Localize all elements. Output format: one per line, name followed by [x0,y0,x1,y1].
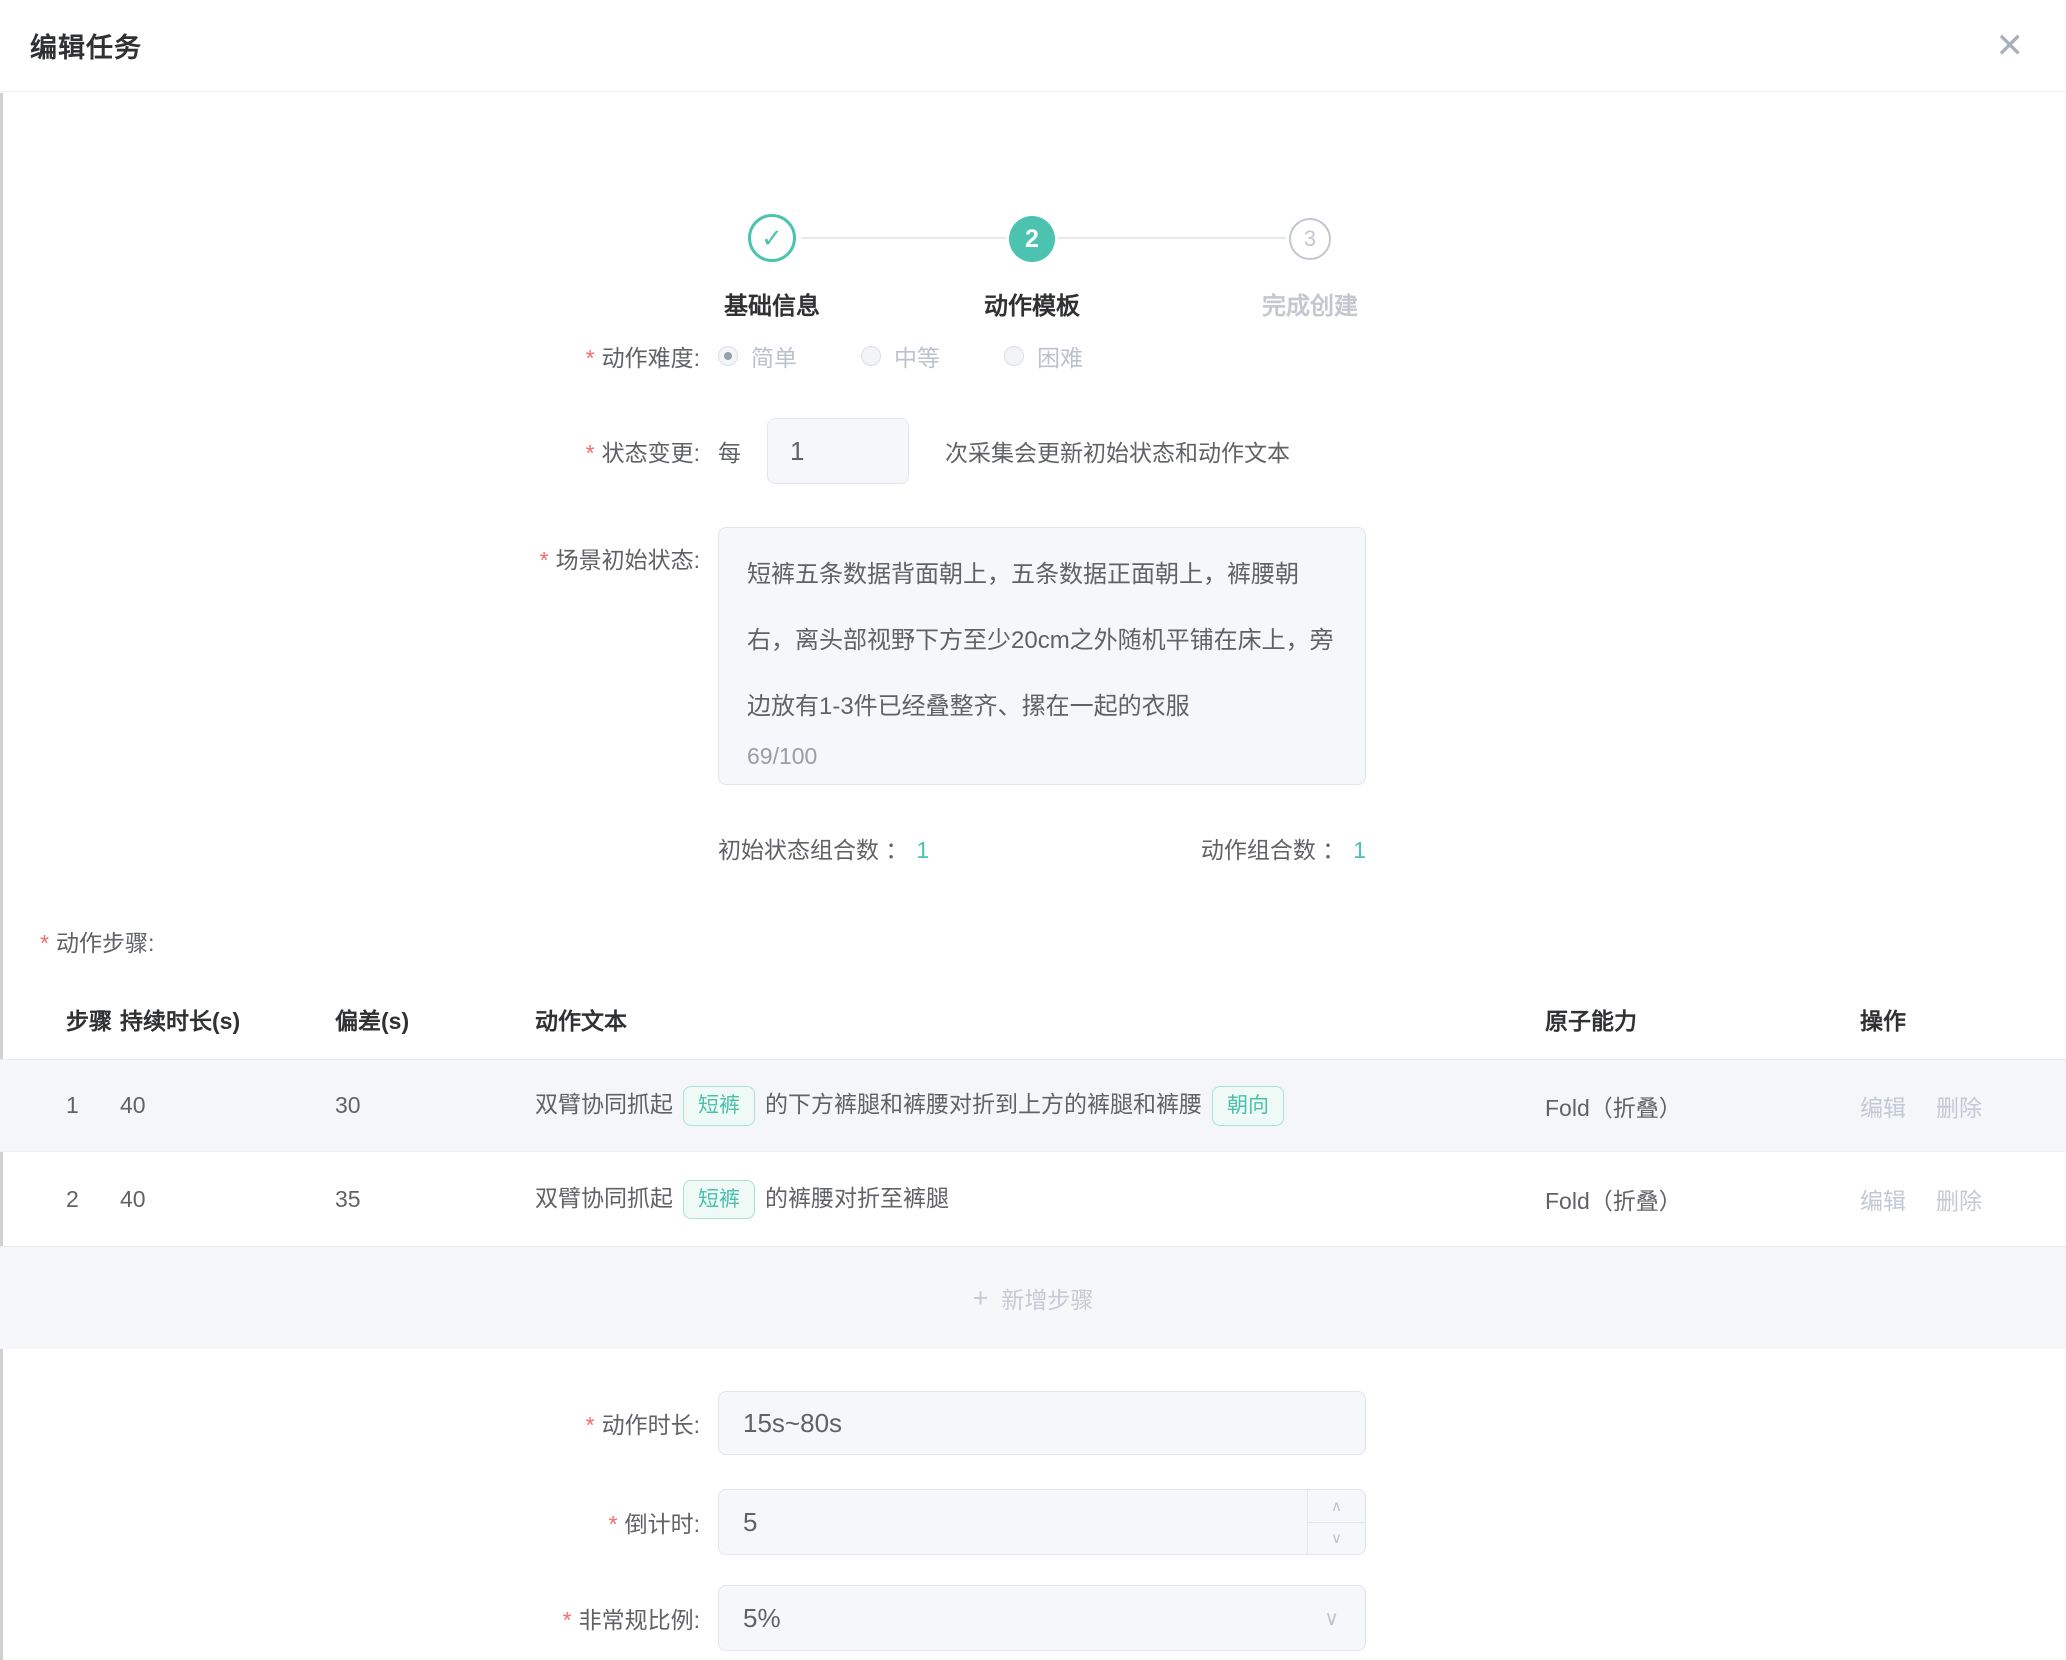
radio-dot-icon [718,346,738,366]
table-row: 2 40 35 双臂协同抓起短裤的裤腰对折至裤腿 Fold（折叠） 编辑 删除 [0,1152,2066,1247]
radio-dot-icon [861,346,881,366]
edit-button[interactable]: 编辑 [1860,1188,1906,1214]
step-2-indicator: 2 [1009,216,1055,262]
cell-actions: 编辑 删除 [1821,1182,2066,1216]
edit-button[interactable]: 编辑 [1860,1095,1906,1121]
dialog-title: 编辑任务 [30,26,142,65]
initial-state-row: *场景初始状态: 短裤五条数据背面朝上，五条数据正面朝上，裤腰朝右，离头部视野下… [0,527,2066,785]
action-combo-count: 动作组合数 ：1 [1201,831,1366,865]
cell-action-text: 双臂协同抓起短裤的裤腰对折至裤腿 [535,1179,1511,1219]
countdown-row: *倒计时: 5 ∧ ∨ [0,1489,2066,1555]
decrease-button[interactable]: ∨ [1308,1523,1365,1555]
required-marker: * [40,930,49,956]
combo-counts-row: 初始状态组合数 ：1 动作组合数 ：1 [0,830,2066,866]
radio-medium-label: 中等 [894,339,940,373]
unusual-ratio-label: *非常规比例: [0,1601,700,1635]
initial-state-text: 短裤五条数据背面朝上，五条数据正面朝上，裤腰朝右，离头部视野下方至少20cm之外… [747,542,1339,740]
step-3-indicator: 3 [1289,218,1331,260]
unusual-ratio-select[interactable]: 5% ∨ [718,1585,1366,1651]
cell-step: 1 [0,1092,120,1119]
stepper: ✓ 2 3 基础信息 动作模板 完成创建 [0,92,2066,242]
object-tag: 短裤 [683,1180,755,1219]
difficulty-row: *动作难度: 简单 中等 困难 [0,337,2066,375]
radio-medium[interactable]: 中等 [861,339,940,373]
add-step-button[interactable]: + 新增步骤 [0,1247,2066,1349]
orientation-tag: 朝向 [1212,1086,1284,1125]
header-action-text: 动作文本 [535,1002,1511,1036]
duration-input[interactable]: 15s~80s [718,1391,1366,1455]
header-ability: 原子能力 [1511,1002,1821,1036]
state-change-row: *状态变更: 每 1 次采集会更新初始状态和动作文本 [0,418,2066,484]
plus-icon: + [973,1283,989,1314]
increase-button[interactable]: ∧ [1308,1490,1365,1523]
initial-combo-value: 1 [916,837,929,863]
radio-dot-icon [1004,346,1024,366]
state-change-input[interactable]: 1 [767,418,909,484]
duration-label: *动作时长: [0,1406,700,1440]
difficulty-label: *动作难度: [0,339,700,373]
action-steps-table: 步骤 持续时长(s) 偏差(s) 动作文本 原子能力 操作 1 40 30 双臂… [0,978,2066,1349]
delete-button[interactable]: 删除 [1936,1188,1982,1214]
close-icon[interactable]: ✕ [1996,29,2025,63]
step-1-label: 基础信息 [652,286,892,321]
cell-ability: Fold（折叠） [1511,1182,1821,1216]
cell-duration: 40 [120,1092,335,1119]
table-header-row: 步骤 持续时长(s) 偏差(s) 动作文本 原子能力 操作 [0,978,2066,1060]
header-actions: 操作 [1821,1002,2066,1036]
required-marker: * [540,547,549,573]
cell-duration: 40 [120,1186,335,1213]
number-stepper: ∧ ∨ [1307,1490,1365,1554]
action-combo-value: 1 [1353,837,1366,863]
step-3-label: 完成创建 [1190,286,1430,321]
radio-hard-label: 困难 [1037,339,1083,373]
required-marker: * [563,1607,572,1633]
step-connector-2 [1058,237,1286,239]
edit-task-dialog: 编辑任务 ✕ ✓ 2 3 基础信息 动作模板 完成创建 *动作难度: 简单 中等… [0,0,2066,1660]
radio-simple[interactable]: 简单 [718,339,797,373]
object-tag: 短裤 [683,1086,755,1125]
header-step: 步骤 [0,1002,120,1036]
step-2-label: 动作模板 [912,286,1152,321]
delete-button[interactable]: 删除 [1936,1095,1982,1121]
required-marker: * [586,1412,595,1438]
action-steps-section-label: *动作步骤: [40,924,154,958]
radio-hard[interactable]: 困难 [1004,339,1083,373]
header-duration: 持续时长(s) [120,1002,335,1036]
cell-action-text: 双臂协同抓起短裤的下方裤腿和裤腰对折到上方的裤腿和裤腰朝向 [535,1085,1511,1125]
char-counter: 69/100 [747,743,817,770]
state-change-suffix: 次采集会更新初始状态和动作文本 [945,434,1290,468]
initial-state-textarea[interactable]: 短裤五条数据背面朝上，五条数据正面朝上，裤腰朝右，离头部视野下方至少20cm之外… [718,527,1366,785]
dialog-header: 编辑任务 ✕ [0,0,2066,92]
countdown-input[interactable]: 5 ∧ ∨ [718,1489,1366,1555]
required-marker: * [609,1511,618,1537]
add-step-label: 新增步骤 [1001,1281,1093,1315]
unusual-ratio-row: *非常规比例: 5% ∨ [0,1585,2066,1651]
radio-simple-label: 简单 [751,339,797,373]
table-row: 1 40 30 双臂协同抓起短裤的下方裤腿和裤腰对折到上方的裤腿和裤腰朝向 Fo… [0,1060,2066,1152]
cell-actions: 编辑 删除 [1821,1089,2066,1123]
required-marker: * [586,440,595,466]
state-change-prefix: 每 [718,434,741,468]
cell-deviation: 30 [335,1092,535,1119]
cell-ability: Fold（折叠） [1511,1089,1821,1123]
countdown-label: *倒计时: [0,1505,700,1539]
state-change-label: *状态变更: [0,434,700,468]
step-connector-1 [801,237,1006,239]
chevron-down-icon: ∨ [1324,1606,1339,1631]
step-1-check-icon: ✓ [748,214,796,262]
duration-row: *动作时长: 15s~80s [0,1391,2066,1455]
required-marker: * [586,345,595,371]
initial-state-label: *场景初始状态: [0,527,700,575]
cell-step: 2 [0,1186,120,1213]
initial-combo-count: 初始状态组合数 ：1 [718,831,929,865]
cell-deviation: 35 [335,1186,535,1213]
header-deviation: 偏差(s) [335,1002,535,1036]
